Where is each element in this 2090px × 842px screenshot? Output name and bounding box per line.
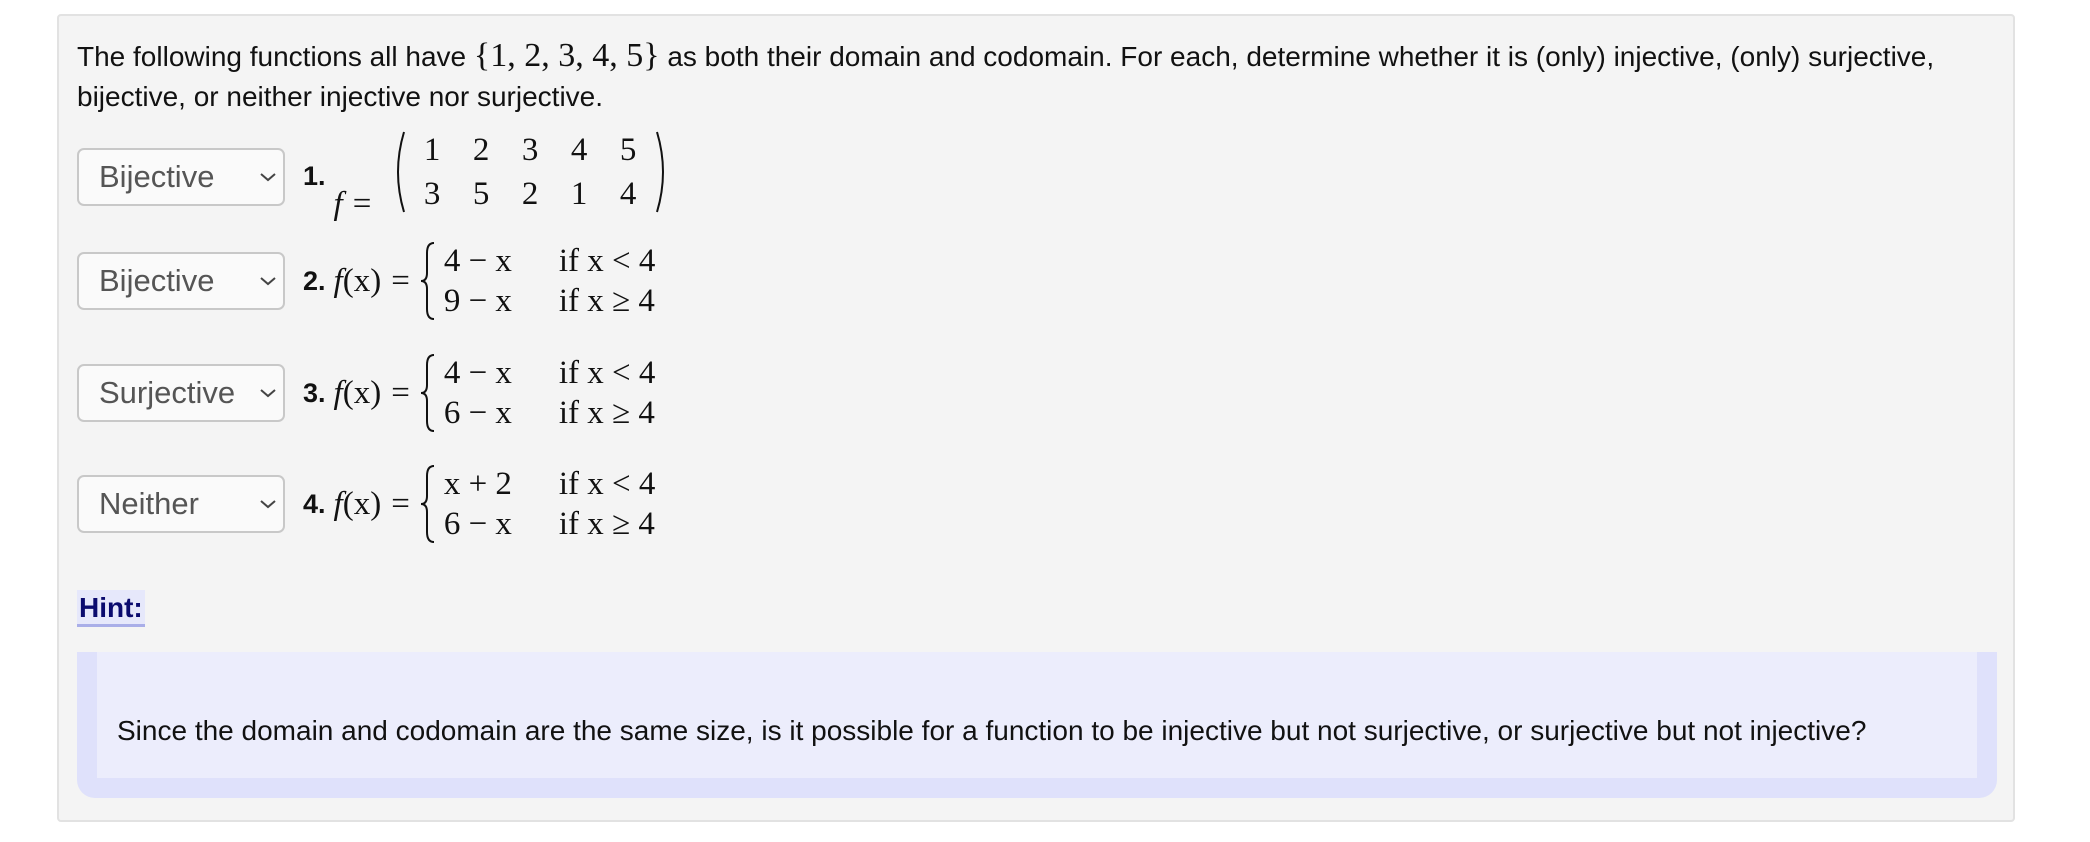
left-brace <box>420 354 434 432</box>
matrix-cell-bottom: 3 <box>423 176 441 212</box>
answer-select-value: Bijective <box>99 158 215 194</box>
matrix-cell-top: 4 <box>570 132 588 168</box>
case-condition: if x ≥ 4 <box>558 506 655 542</box>
matrix-cell-top: 3 <box>521 132 539 168</box>
left-brace <box>420 242 434 320</box>
question-number: 4. <box>303 488 326 519</box>
matrix-cell-bottom: 2 <box>521 176 539 212</box>
answer-select-3[interactable]: Surjective <box>77 364 285 422</box>
matrix-cell-top: 5 <box>619 132 637 168</box>
left-paren <box>396 131 405 213</box>
answer-select-2[interactable]: Bijective <box>77 252 285 310</box>
case-expression: 4 − x <box>443 355 512 391</box>
case-condition: if x ≥ 4 <box>558 283 655 319</box>
case-condition: if x < 4 <box>558 466 656 502</box>
piecewise-cases: 4 − x if x < 4 6 − x if x ≥ 4 <box>420 353 656 433</box>
chevron-down-icon <box>260 500 276 509</box>
matrix-cell-top: 1 <box>423 132 441 168</box>
case-condition: if x ≥ 4 <box>558 395 655 431</box>
function-definition: f (x) = 4 − x if x < 4 9 − x if x ≥ 4 <box>333 241 656 321</box>
chevron-down-icon <box>260 172 276 181</box>
hint-panel: Since the domain and codomain are the sa… <box>77 652 1997 798</box>
case-expression: 9 − x <box>443 283 512 319</box>
question-number: 1. <box>303 161 326 191</box>
case-expression: 6 − x <box>443 395 512 431</box>
question-row-1: Bijective 1. f = 1234535214 <box>77 130 671 223</box>
case-condition: if x < 4 <box>558 355 656 391</box>
chevron-down-icon <box>260 277 276 286</box>
question-row-4: Neither 4. f (x) = x + 2 if x < 4 6 − x if… <box>77 464 655 544</box>
answer-select-value: Neither <box>99 486 199 521</box>
matrix-cell-bottom: 5 <box>472 176 490 212</box>
matrix-cell-bottom: 1 <box>570 176 588 212</box>
hint-toggle[interactable]: Hint: <box>77 590 145 627</box>
question-row-2: Bijective 2. f (x) = 4 − x if x < 4 9 − x … <box>77 241 655 321</box>
hint-text: Since the domain and codomain are the sa… <box>97 652 1977 778</box>
question-number: 2. <box>303 265 326 296</box>
question-prompt: The following functions all have {1, 2, … <box>77 37 1935 112</box>
answer-select-value: Bijective <box>99 263 215 298</box>
question-row-3: Surjective 3. f (x) = 4 − x if x < 4 6 − x… <box>77 353 655 433</box>
right-paren <box>655 131 664 213</box>
function-definition: f = 1234535214 <box>334 130 671 223</box>
left-brace <box>420 465 434 543</box>
question-card: The following functions all have {1, 2, … <box>57 14 2015 822</box>
piecewise-cases: 4 − x if x < 4 9 − x if x ≥ 4 <box>420 241 656 321</box>
case-expression: x + 2 <box>443 466 512 502</box>
case-expression: 6 − x <box>443 506 512 542</box>
chevron-down-icon <box>260 389 276 398</box>
question-number: 3. <box>303 377 326 408</box>
answer-select-value: Surjective <box>99 375 236 410</box>
domain-set: {1, 2, 3, 4, 5} <box>473 37 660 74</box>
mapping-matrix: 1234535214 <box>390 130 671 214</box>
matrix-cell-bottom: 4 <box>619 176 637 212</box>
case-expression: 4 − x <box>443 243 512 279</box>
case-condition: if x < 4 <box>558 243 656 279</box>
function-definition: f (x) = x + 2 if x < 4 6 − x if x ≥ 4 <box>333 464 656 544</box>
piecewise-cases: x + 2 if x < 4 6 − x if x ≥ 4 <box>420 464 656 544</box>
answer-select-1[interactable]: Bijective <box>77 147 285 206</box>
matrix-cell-top: 2 <box>472 132 490 168</box>
answer-select-4[interactable]: Neither <box>77 475 285 533</box>
function-definition: f (x) = 4 − x if x < 4 6 − x if x ≥ 4 <box>333 353 656 433</box>
